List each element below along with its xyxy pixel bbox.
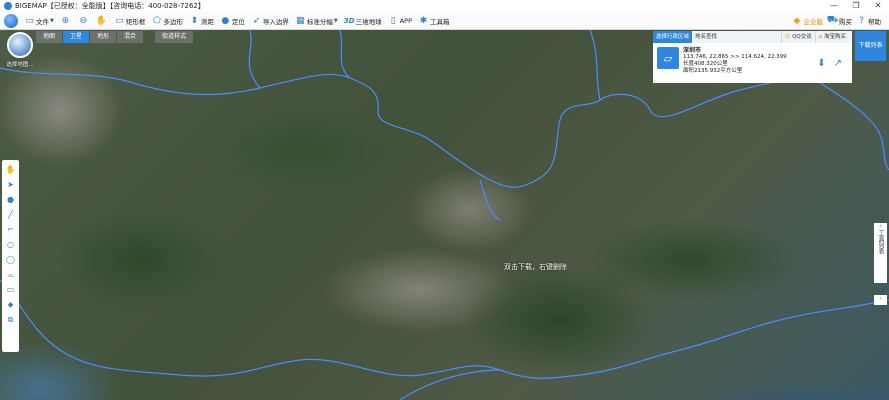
tab-hybrid[interactable]: 混合 bbox=[117, 31, 144, 43]
standard-grid-menu[interactable]: ▦ 标准分幅 ▼ bbox=[295, 15, 338, 26]
region-area: 面积2135.932平方公里 bbox=[683, 68, 743, 74]
3d-earth-button[interactable]: 3D 三维地球 bbox=[344, 15, 382, 26]
toolbox-button[interactable]: ✱ 工具箱 bbox=[418, 15, 450, 26]
enterprise-icon: ◆ bbox=[793, 15, 801, 26]
polygon-icon: ⬠ bbox=[152, 15, 161, 26]
chevron-left-icon[interactable]: ‹ bbox=[874, 295, 887, 305]
locate-button[interactable]: ● 定位 bbox=[220, 15, 244, 26]
maximize-button[interactable]: ❐ bbox=[845, 0, 867, 12]
globe-icon bbox=[7, 32, 33, 58]
import-boundary-icon: ➶ bbox=[252, 15, 261, 26]
polyline-tool-icon[interactable]: ⌐ bbox=[4, 222, 17, 237]
window-title: BIGEMAP【已授权：全能版】【咨询电话：400-028-7262】 bbox=[15, 2, 205, 10]
tab-select-region[interactable]: 选择行政区域 bbox=[653, 31, 693, 43]
cart-icon: ⛟ bbox=[826, 15, 839, 25]
tool-list-tab[interactable]: ‹ 工具列表 bbox=[874, 223, 887, 283]
bigemap-logo-icon bbox=[4, 13, 18, 28]
taobao-buy-button[interactable]: ⌂ 淘宝购买 bbox=[814, 31, 849, 43]
zoom-out-button[interactable]: ⊖ bbox=[78, 15, 90, 26]
region-panel: 选择行政区域 地名查找 ☺ QQ交谈 ⌂ 淘宝购买 ▱ 深圳市 113.746,… bbox=[653, 31, 852, 83]
ruler-icon: ⬍ bbox=[190, 15, 199, 26]
tab-place-search[interactable]: 地名查找 bbox=[692, 31, 720, 43]
hand-icon: ✋ bbox=[95, 15, 107, 26]
app-button[interactable]: ▯ APP bbox=[388, 15, 412, 26]
minimize-button[interactable]: — bbox=[823, 0, 845, 12]
zoom-in-icon: ⊕ bbox=[61, 15, 70, 26]
measure-button[interactable]: ⬍ 测距 bbox=[189, 15, 214, 26]
rectangle-select-button[interactable]: ▭ 矩形框 bbox=[114, 15, 145, 26]
tag-tool-icon[interactable]: ⬥ bbox=[4, 297, 17, 312]
tab-terrain[interactable]: 地形 bbox=[90, 31, 117, 43]
region-perimeter: 长度408.320公里 bbox=[683, 61, 728, 67]
region-coords: 113.746, 22.865 >> 114.624, 22.399 bbox=[683, 54, 787, 60]
rectangle-select-icon: ▭ bbox=[115, 15, 124, 26]
chevron-left-icon: ‹ bbox=[879, 223, 882, 230]
tab-map[interactable]: 地图 bbox=[36, 31, 63, 43]
main-toolbar: ▭ 文件 ▼ ⊕ ⊖ ✋ ▭ 矩形框 ⬠ 多边形 ⬍ 测距 ● 定位 ➶ 导入边界 ▦ 标准分幅… bbox=[0, 12, 889, 30]
location-pin-icon: ● bbox=[221, 15, 230, 26]
pan-button[interactable]: ✋ bbox=[96, 15, 108, 26]
folder-icon: ▭ bbox=[25, 15, 34, 26]
select-map-button[interactable]: 选择地图... bbox=[4, 32, 36, 70]
layers-tool-icon[interactable]: ⧉ bbox=[4, 312, 17, 327]
arc-tool-icon[interactable]: ⌓ bbox=[4, 267, 17, 282]
share-icon[interactable]: ↗ bbox=[834, 58, 842, 69]
region-thumbnail-icon: ▱ bbox=[657, 47, 679, 69]
polygon-button[interactable]: ⬠ 多边形 bbox=[151, 15, 183, 26]
file-menu[interactable]: ▭ 文件 ▼ bbox=[24, 15, 54, 26]
map-hint: 双击下载，右键删除 bbox=[504, 263, 567, 271]
street-style-button[interactable]: 街道样式 bbox=[155, 31, 194, 43]
ellipse-tool-icon[interactable]: ◯ bbox=[4, 252, 17, 267]
3d-icon: 3D bbox=[343, 16, 355, 25]
pointer-tool-icon[interactable]: ➤ bbox=[4, 177, 17, 192]
tab-satellite[interactable]: 卫星 bbox=[63, 31, 90, 43]
circle-tool-icon[interactable]: ○ bbox=[4, 237, 17, 252]
qq-chat-button[interactable]: ☺ QQ交谈 bbox=[780, 31, 815, 43]
buy-button[interactable]: ⛟ 购买 bbox=[827, 15, 852, 26]
zoom-out-icon: ⊖ bbox=[79, 15, 88, 26]
select-map-label: 选择地图... bbox=[6, 62, 34, 68]
close-button[interactable]: ✕ bbox=[867, 0, 889, 12]
help-button[interactable]: ? 帮助 bbox=[856, 15, 881, 26]
app-icon: ▯ bbox=[390, 15, 396, 26]
enterprise-button[interactable]: ◆ 企业版 bbox=[792, 15, 823, 26]
download-icon[interactable]: ⬇ bbox=[817, 58, 825, 69]
admin-boundary-lines bbox=[0, 30, 889, 400]
map-mode-tabs: 地图 卫星 地形 混合 街道样式 bbox=[36, 31, 194, 43]
region-city: 深圳市 bbox=[683, 47, 702, 54]
tool-list-label: 工具列表 bbox=[877, 230, 884, 254]
left-toolbar: ✋ ➤ ● ╱ ⌐ ○ ◯ ⌓ ▭ ⬥ ⧉ bbox=[2, 160, 19, 352]
rectangle-tool-icon[interactable]: ▭ bbox=[4, 282, 17, 297]
taobao-icon: ⌂ bbox=[818, 34, 823, 40]
satellite-map[interactable] bbox=[0, 30, 889, 400]
app-logo-icon bbox=[4, 2, 12, 10]
import-boundary-button[interactable]: ➶ 导入边界 bbox=[251, 15, 289, 26]
marker-tool-icon[interactable]: ● bbox=[4, 192, 17, 207]
gear-icon: ✱ bbox=[419, 15, 428, 26]
hand-tool-icon[interactable]: ✋ bbox=[4, 162, 17, 177]
qq-icon: ☺ bbox=[784, 34, 791, 40]
download-list-button[interactable]: 下载列表 bbox=[855, 31, 886, 61]
help-icon: ? bbox=[859, 15, 864, 26]
grid-icon: ▦ bbox=[296, 15, 305, 26]
zoom-in-button[interactable]: ⊕ bbox=[60, 15, 72, 26]
line-tool-icon[interactable]: ╱ bbox=[4, 207, 17, 222]
